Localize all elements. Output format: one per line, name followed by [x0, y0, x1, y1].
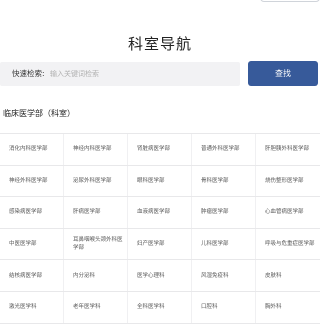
department-link[interactable]: 肾脏病医学部: [128, 134, 192, 165]
page-title: 科室导航: [127, 35, 192, 53]
department-row: 中医医学部 耳鼻咽喉头颈外科医学部 妇产医学部 儿科医学部 呼吸与危重症医学部: [0, 228, 320, 261]
department-link[interactable]: 结核病医学部: [0, 260, 64, 291]
department-link[interactable]: 感染病医学部: [0, 197, 64, 228]
department-link[interactable]: 眼科医学部: [128, 165, 192, 197]
search-input[interactable]: [50, 66, 235, 82]
department-link[interactable]: 神经外科医学部: [0, 165, 64, 197]
search-button[interactable]: 查找: [248, 61, 318, 86]
department-link[interactable]: 肿瘤医学部: [192, 197, 256, 228]
department-link[interactable]: 胸外科: [256, 292, 320, 323]
department-link[interactable]: 激光医学科: [0, 291, 64, 323]
department-link[interactable]: 心血管病医学部: [256, 197, 320, 228]
department-row: 感染病医学部 肝病医学部 血液病医学部 肿瘤医学部 心血管病医学部: [0, 197, 320, 229]
department-link[interactable]: 医学心理科: [128, 260, 192, 291]
department-link[interactable]: 肝胆胰外科医学部: [256, 134, 320, 165]
department-link[interactable]: 内分泌科: [64, 260, 128, 291]
department-row: 神经外科医学部 泌尿外科医学部 眼科医学部 骨科医学部 烧伤整形医学部: [0, 165, 320, 198]
department-row: 结核病医学部 内分泌科 医学心理科 风湿免疫科 皮肤科: [0, 260, 320, 292]
department-link[interactable]: 妇产医学部: [128, 228, 192, 260]
department-link[interactable]: 口腔科: [192, 291, 256, 323]
search-bar: 快速检索:: [0, 62, 240, 86]
department-link[interactable]: 肝病医学部: [64, 197, 128, 228]
department-link[interactable]: 风湿免疫科: [192, 260, 256, 291]
department-link[interactable]: 皮肤科: [256, 260, 320, 291]
department-link[interactable]: 普通外科医学部: [192, 134, 256, 165]
section-title: 临床医学部（科室）: [3, 109, 75, 118]
department-link[interactable]: 烧伤整形医学部: [256, 166, 320, 197]
department-link[interactable]: 耳鼻咽喉头颈外科医学部: [64, 228, 128, 260]
department-row: 消化内科医学部 神经内科医学部 肾脏病医学部 普通外科医学部 肝胆胰外科医学部: [0, 134, 320, 166]
department-link[interactable]: 老年医学科: [64, 291, 128, 323]
department-link[interactable]: 全科医学科: [128, 291, 192, 323]
department-link[interactable]: 血液病医学部: [128, 197, 192, 228]
department-grid: 消化内科医学部 神经内科医学部 肾脏病医学部 普通外科医学部 肝胆胰外科医学部 …: [0, 133, 320, 324]
department-row: 激光医学科 老年医学科 全科医学科 口腔科 胸外科: [0, 291, 320, 324]
department-link[interactable]: 中医医学部: [0, 228, 64, 260]
department-link[interactable]: 骨科医学部: [192, 165, 256, 197]
department-link[interactable]: 呼吸与危重症医学部: [256, 229, 320, 260]
search-label: 快速检索:: [12, 69, 45, 78]
department-link[interactable]: 儿科医学部: [192, 228, 256, 260]
department-link[interactable]: 神经内科医学部: [64, 134, 128, 165]
department-link[interactable]: 消化内科医学部: [0, 134, 64, 165]
top-right-control[interactable]: [260, 0, 320, 2]
page: 科室导航 快速检索: 查找 临床医学部（科室） 消化内科医学部 神经内科医学部 …: [0, 0, 320, 326]
department-link[interactable]: 泌尿外科医学部: [64, 165, 128, 197]
